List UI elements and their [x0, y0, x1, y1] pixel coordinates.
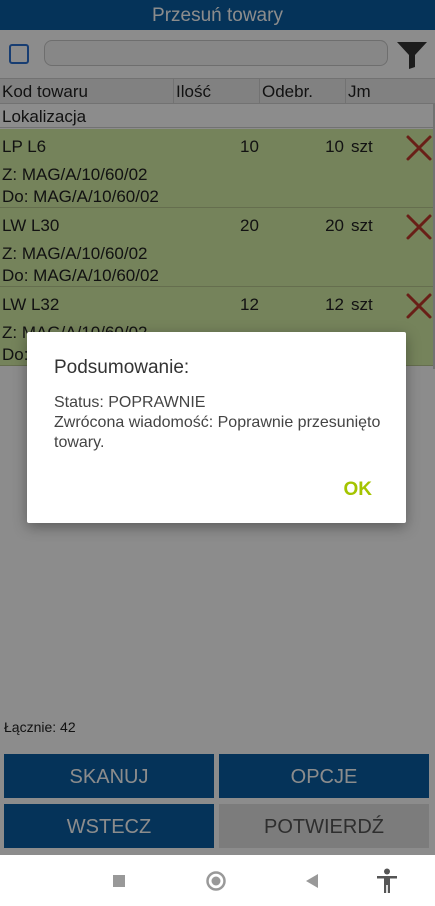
- dialog-message: Status: POPRAWNIE Zwrócona wiadomość: Po…: [54, 394, 381, 451]
- app-screen: Przesuń towary Kod towaru Ilość Odebr. J…: [0, 0, 435, 906]
- accessibility-icon[interactable]: [375, 868, 399, 894]
- nav-recents-icon[interactable]: [112, 874, 126, 888]
- dialog-title: Podsumowanie:: [54, 357, 190, 378]
- ok-button[interactable]: OK: [344, 479, 373, 501]
- nav-home-icon[interactable]: [205, 870, 227, 892]
- system-nav-bar: [0, 855, 435, 906]
- nav-back-icon[interactable]: [304, 873, 320, 889]
- summary-dialog: Podsumowanie: Status: POPRAWNIE Zwrócona…: [27, 332, 406, 523]
